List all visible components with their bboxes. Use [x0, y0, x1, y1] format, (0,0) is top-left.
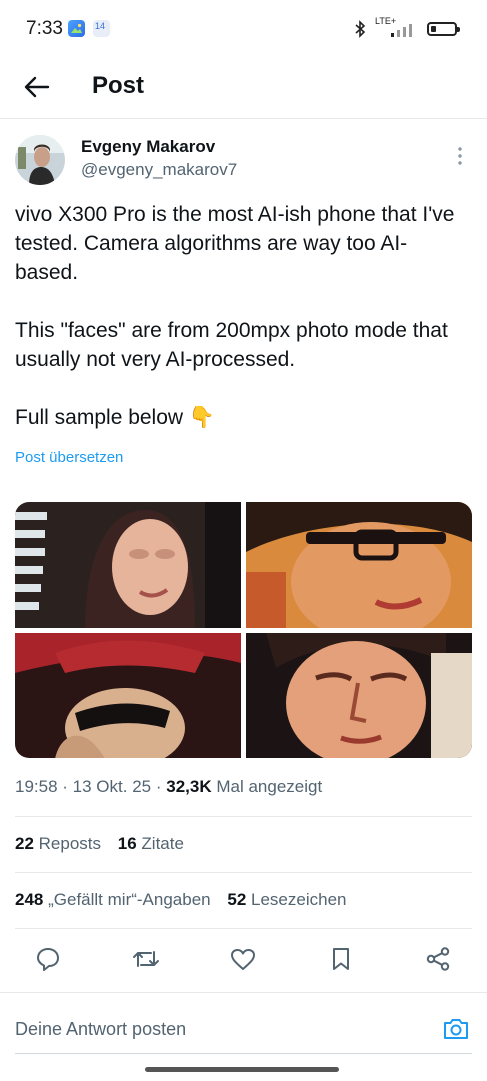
tweet-paragraph-1: vivo X300 Pro is the most AI-ish phone t…: [15, 203, 455, 284]
divider: [15, 928, 472, 929]
divider: [15, 816, 472, 817]
like-button[interactable]: [228, 944, 258, 974]
share-button[interactable]: [423, 944, 453, 974]
likes-label: „Gefällt mir“-Angaben: [48, 890, 211, 909]
avatar[interactable]: [15, 135, 65, 185]
quotes-count: 16: [117, 834, 137, 853]
camera-button[interactable]: [442, 1017, 470, 1041]
repost-stats: 22 Reposts 16 Zitate: [15, 834, 196, 854]
top-bar: Post: [0, 60, 487, 119]
page-title: Post: [92, 72, 145, 99]
photos-notification-icon: [68, 20, 85, 37]
views-count: 32,3K: [166, 777, 212, 796]
post-date: 13 Okt. 25: [72, 777, 152, 796]
repost-button[interactable]: [131, 944, 161, 974]
bookmarks-count: 52: [227, 890, 247, 909]
divider: [15, 872, 472, 873]
status-time: 7:33: [26, 18, 63, 39]
author-display-name[interactable]: Evgeny Makarov: [81, 137, 215, 157]
calendar-notification-icon: 14: [93, 20, 110, 37]
likes-count: 248: [15, 890, 44, 909]
like-stats: 248 „Gefällt mir“-Angaben 52 Lesezeichen: [15, 890, 358, 910]
author-handle[interactable]: @evgeny_makarov7: [81, 160, 237, 180]
more-options-button[interactable]: [452, 146, 468, 166]
media-image-4[interactable]: [246, 633, 472, 758]
post-meta: 19:58 · 13 Okt. 25 · 32,3K Mal angezeigt: [15, 777, 323, 796]
views-label[interactable]: Mal angezeigt: [216, 777, 322, 796]
bookmarks-label: Lesezeichen: [251, 890, 347, 909]
network-indicator: LTE+: [375, 16, 419, 40]
bluetooth-icon: [355, 20, 366, 38]
media-image-2[interactable]: [246, 502, 472, 642]
quotes-stat[interactable]: 16 Zitate: [118, 834, 184, 853]
reply-bar: [0, 992, 487, 1081]
like-icon: [231, 949, 255, 970]
camera-icon: [444, 1019, 468, 1039]
reply-icon: [37, 948, 59, 971]
bookmarks-stat[interactable]: 52 Lesezeichen: [227, 890, 346, 909]
media-grid: [15, 502, 472, 758]
reply-divider: [15, 1053, 472, 1054]
tweet-paragraph-2: This "faces" are from 200mpx photo mode …: [15, 319, 448, 371]
arrow-left-icon: [24, 76, 50, 98]
reply-input[interactable]: [15, 1015, 425, 1043]
bookmark-icon: [333, 948, 349, 970]
reply-button[interactable]: [33, 944, 63, 974]
tweet-paragraph-3: Full sample below 👇: [15, 406, 216, 429]
translate-link[interactable]: Post übersetzen: [15, 449, 123, 466]
share-icon: [426, 947, 450, 971]
reposts-count: 22: [15, 834, 34, 853]
calendar-badge-text: 14: [95, 21, 106, 31]
reposts-stat[interactable]: 22 Reposts: [15, 834, 101, 853]
back-button[interactable]: [20, 70, 54, 104]
more-vertical-icon: [458, 147, 462, 165]
reposts-label: Reposts: [38, 834, 102, 853]
status-bar: 7:33 14 LTE+: [0, 0, 487, 60]
likes-stat[interactable]: 248 „Gefällt mir“-Angaben: [15, 890, 211, 909]
avatar-image: [15, 135, 65, 185]
post-time: 19:58: [15, 777, 58, 796]
home-indicator[interactable]: [145, 1067, 339, 1072]
quotes-label: Zitate: [141, 834, 184, 853]
repost-icon: [133, 951, 159, 967]
media-image-1[interactable]: [15, 502, 241, 628]
tweet-text: vivo X300 Pro is the most AI-ish phone t…: [15, 200, 470, 432]
bookmark-button[interactable]: [326, 944, 356, 974]
battery-icon: [427, 22, 460, 36]
signal-icon: [391, 24, 412, 37]
media-image-3[interactable]: [15, 633, 241, 758]
